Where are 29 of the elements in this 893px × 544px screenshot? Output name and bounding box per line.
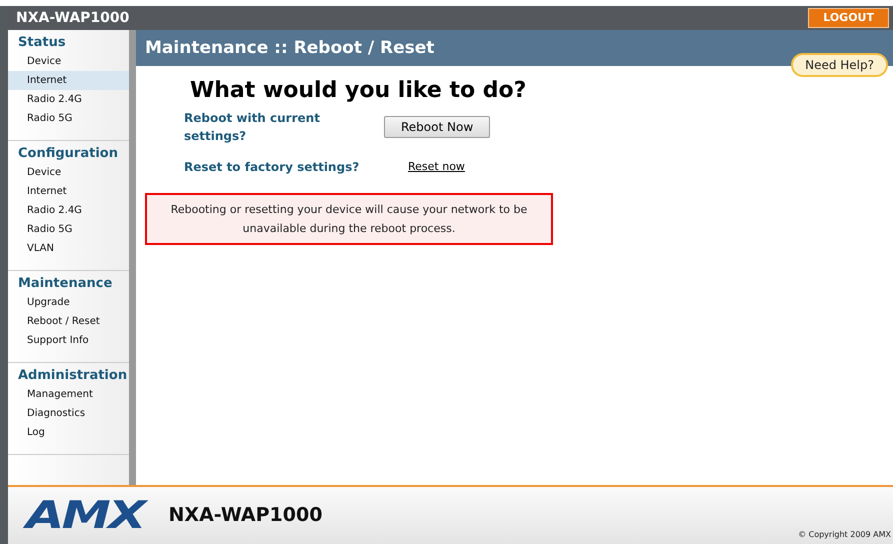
model-name: NXA-WAP1000: [168, 503, 322, 528]
sidebar-item[interactable]: Device: [8, 52, 129, 71]
app-title: NXA-WAP1000: [16, 8, 130, 28]
question-heading: What would you like to do?: [190, 77, 528, 105]
action-label: Reboot with current settings?: [184, 110, 321, 145]
sidebar-item[interactable]: Diagnostics: [8, 404, 129, 423]
sidebar-item[interactable]: Radio 2.4G: [8, 90, 129, 109]
sidebar-item[interactable]: Log: [8, 423, 129, 442]
sidebar-item[interactable]: Radio 5G: [8, 109, 129, 128]
sidebar-item[interactable]: Radio 5G: [8, 220, 129, 239]
sidebar-item[interactable]: VLAN: [8, 239, 129, 258]
action-label: Reset to factory settings?: [184, 159, 360, 176]
reset-link[interactable]: Reset now: [408, 158, 465, 176]
sidebar-item[interactable]: Internet: [8, 71, 129, 90]
sidebar-item[interactable]: Reboot / Reset: [8, 312, 129, 331]
warning-message: Rebooting or resetting your device will cause your network to be unavailable during the reboot process.: [145, 193, 553, 245]
sidebar-item[interactable]: Upgrade: [8, 293, 129, 312]
sidebar-heading: Status: [17, 34, 67, 52]
reboot-button[interactable]: Reboot Now: [384, 116, 490, 138]
sidebar-item[interactable]: Internet: [8, 182, 129, 201]
sidebar-item[interactable]: Support Info: [8, 331, 129, 350]
help-button[interactable]: Need Help?: [791, 53, 888, 77]
copyright-text: © Copyright 2009 AMX: [798, 529, 891, 541]
sidebar-item[interactable]: Device: [8, 163, 129, 182]
sidebar-item[interactable]: Radio 2.4G: [8, 201, 129, 220]
sidebar-item[interactable]: Management: [8, 385, 129, 404]
sidebar-heading: Maintenance: [17, 275, 114, 293]
sidebar-heading: Administration: [17, 367, 128, 385]
sidebar-heading: Configuration: [17, 145, 119, 163]
